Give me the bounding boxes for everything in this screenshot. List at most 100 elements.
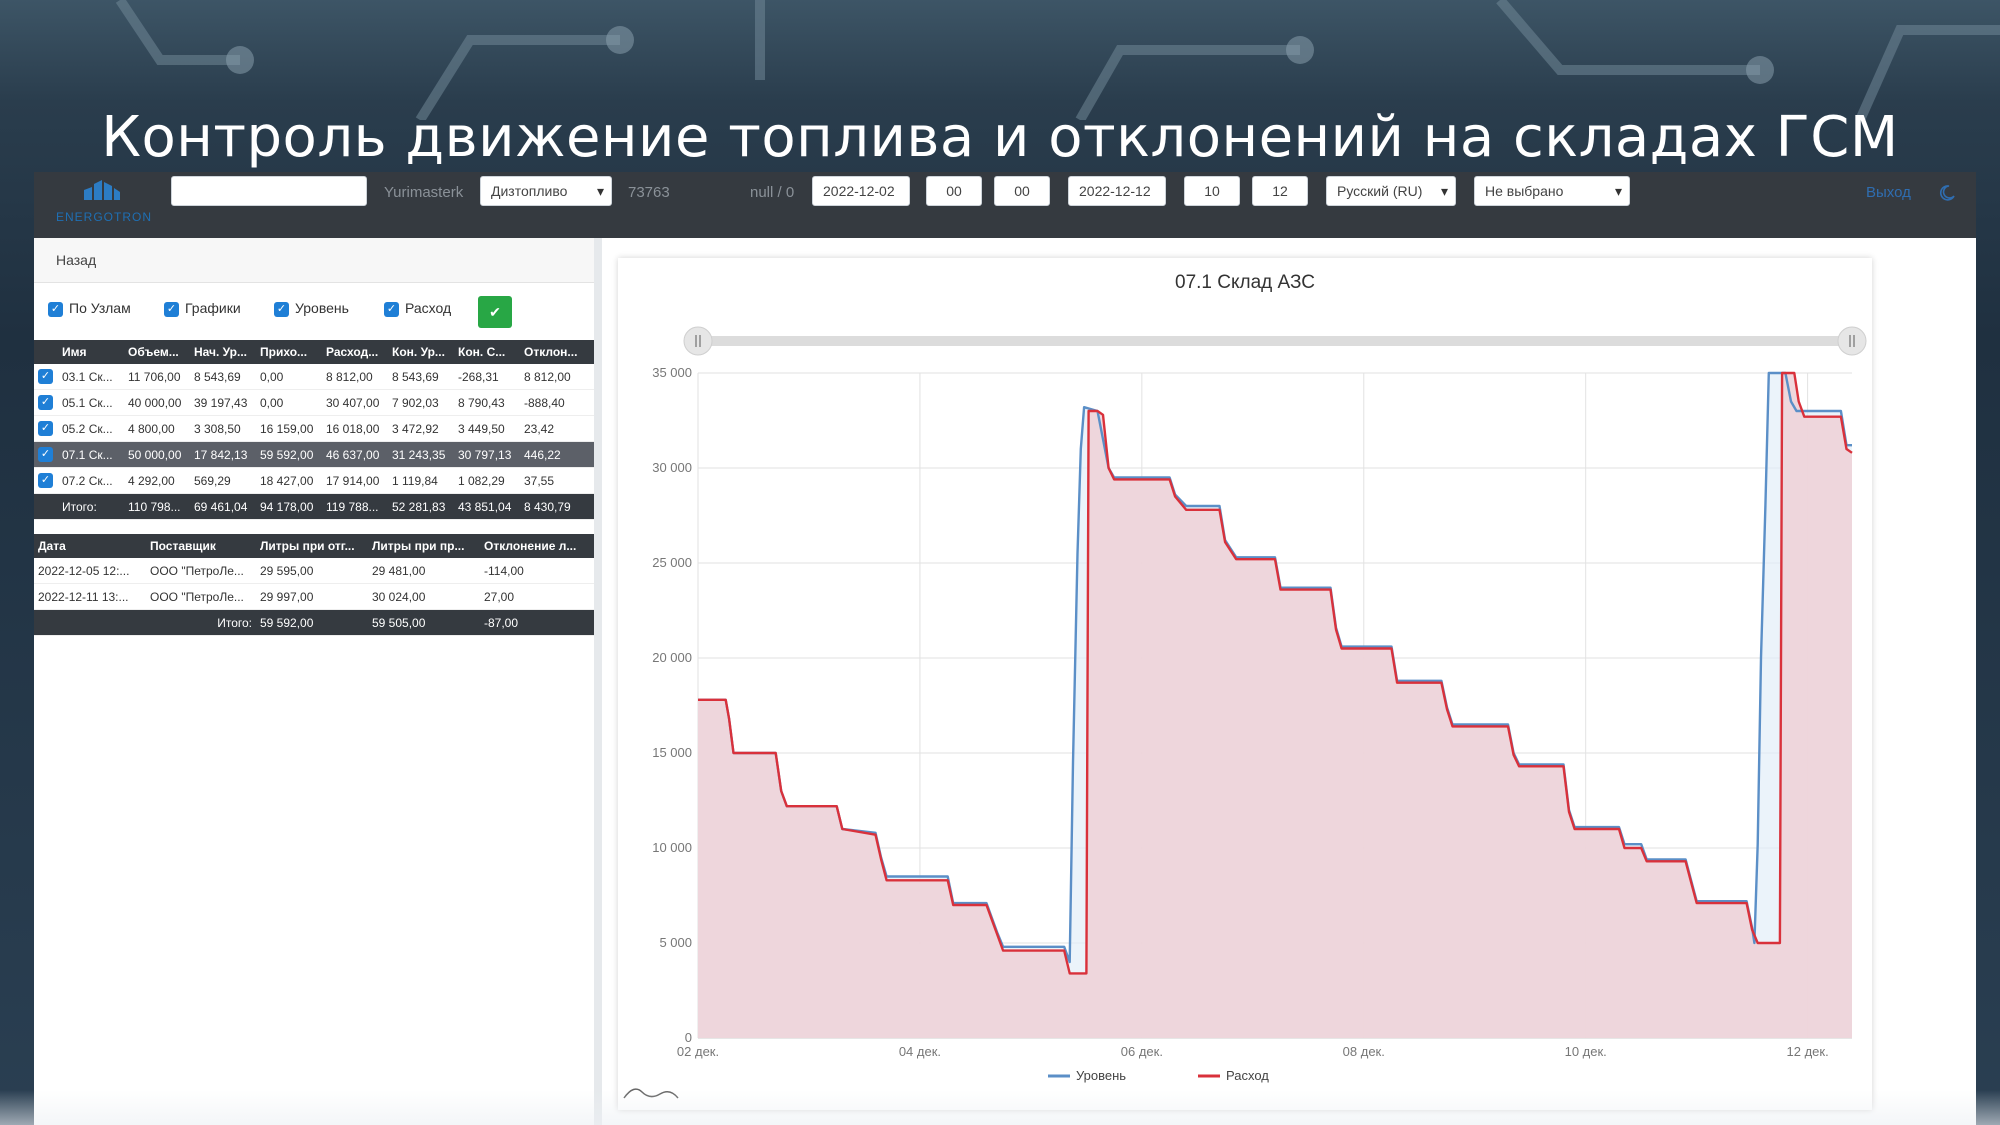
zoom-slider-right-handle[interactable] bbox=[1837, 326, 1867, 356]
table-row[interactable]: ✓ 07.2 Ск... 4 292,00 569,29 18 427,00 17 914… bbox=[34, 467, 594, 494]
table-cell: 0,00 bbox=[256, 389, 322, 416]
logout-link[interactable]: Выход bbox=[1866, 184, 1911, 201]
y-tick-label: 30 000 bbox=[652, 460, 692, 475]
total-cell: 59 505,00 bbox=[368, 609, 480, 636]
table-cell: 29 481,00 bbox=[368, 558, 480, 584]
column-header[interactable]: Имя bbox=[58, 340, 124, 364]
table-cell: 4 292,00 bbox=[124, 467, 190, 494]
series-area-1 bbox=[698, 373, 1852, 1038]
table-row[interactable]: ✓ 07.1 Ск... 50 000,00 17 842,13 59 592,00 46… bbox=[34, 441, 594, 468]
column-header[interactable]: Прихо... bbox=[256, 340, 322, 364]
table-cell: 4 800,00 bbox=[124, 415, 190, 442]
date-to-input[interactable]: 2022-12-12 bbox=[1068, 176, 1166, 206]
column-header[interactable]: Литры при пр... bbox=[368, 534, 480, 558]
table-cell: 8 543,69 bbox=[388, 364, 454, 390]
minute-from-input[interactable]: 00 bbox=[994, 176, 1050, 206]
table-cell: 29 595,00 bbox=[256, 558, 368, 584]
total-cell: 59 592,00 bbox=[256, 609, 368, 636]
table-cell: 29 997,00 bbox=[256, 583, 368, 610]
column-header[interactable]: Дата bbox=[34, 534, 146, 558]
table-cell: 16 159,00 bbox=[256, 415, 322, 442]
apply-filters-button[interactable]: ✔ bbox=[478, 296, 512, 328]
fuel-type-select[interactable]: Дизтопливо bbox=[480, 176, 612, 206]
table-cell: 39 197,43 bbox=[190, 389, 256, 416]
filter-label: Уровень bbox=[295, 300, 349, 316]
zoom-slider-track[interactable] bbox=[698, 336, 1852, 346]
table-cell: 1 082,29 bbox=[454, 467, 520, 494]
table-cell: 18 427,00 bbox=[256, 467, 322, 494]
navigator-sparkline-icon[interactable] bbox=[623, 1088, 679, 1099]
filter-charts[interactable]: ✓ Графики bbox=[164, 300, 241, 317]
warehouse-table: Имя Объем... Нач. Ур... Прихо... Расход.… bbox=[34, 340, 594, 520]
row-checkbox[interactable]: ✓ bbox=[34, 389, 58, 416]
filter-level[interactable]: ✓ Уровень bbox=[274, 300, 349, 317]
moon-icon[interactable] bbox=[1938, 184, 1956, 202]
table-cell: 30 024,00 bbox=[368, 583, 480, 610]
checkbox-checked-icon[interactable]: ✓ bbox=[38, 447, 53, 463]
column-header[interactable]: Кон. С... bbox=[454, 340, 520, 364]
column-header[interactable]: Отклонение л... bbox=[480, 534, 594, 558]
checkbox-checked-icon[interactable]: ✓ bbox=[38, 421, 53, 437]
language-select[interactable]: Русский (RU) bbox=[1326, 176, 1456, 206]
y-tick-label: 35 000 bbox=[652, 365, 692, 380]
x-tick-label: 06 дек. bbox=[1121, 1044, 1163, 1059]
table-row[interactable]: 2022-12-05 12:... ООО "ПетроЛе... 29 595,0… bbox=[34, 558, 594, 584]
row-checkbox[interactable]: ✓ bbox=[34, 415, 58, 442]
legend-label[interactable]: Расход bbox=[1226, 1068, 1269, 1083]
fuel-type-value: Дизтопливо bbox=[491, 183, 568, 199]
table-cell: 7 902,03 bbox=[388, 389, 454, 416]
column-header[interactable]: Расход... bbox=[322, 340, 388, 364]
total-cell: 94 178,00 bbox=[256, 493, 322, 520]
column-header[interactable]: Поставщик bbox=[146, 534, 256, 558]
checkbox-checked-icon[interactable]: ✓ bbox=[38, 369, 53, 385]
total-cell: 119 788... bbox=[322, 493, 388, 520]
app-window: ENERGOTRON Yurimasterk Дизтопливо 73763 … bbox=[34, 172, 1976, 1125]
table-cell: 07.2 Ск... bbox=[58, 467, 124, 494]
table-cell: 0,00 bbox=[256, 364, 322, 390]
filter-by-nodes[interactable]: ✓ По Узлам bbox=[48, 300, 131, 317]
level-chart: 0 5 000 10 000 15 000 20 000 25 000 30 000 35 0… bbox=[623, 326, 1867, 1099]
row-checkbox[interactable]: ✓ bbox=[34, 467, 58, 494]
table-row[interactable]: ✓ 03.1 Ск... 11 706,00 8 543,69 0,00 8 812,00… bbox=[34, 364, 594, 390]
left-panel: Назад ✓ По Узлам ✓ Графики ✓ Уровень ✓ Расхо… bbox=[34, 238, 602, 1125]
search-input[interactable] bbox=[171, 176, 367, 206]
total-cell: 8 430,79 bbox=[520, 493, 594, 520]
node-value: Не выбрано bbox=[1485, 183, 1564, 199]
column-header[interactable]: Нач. Ур... bbox=[190, 340, 256, 364]
row-checkbox[interactable]: ✓ bbox=[34, 441, 58, 468]
checkbox-checked-icon[interactable]: ✓ bbox=[384, 301, 399, 317]
y-tick-label: 25 000 bbox=[652, 555, 692, 570]
table-row[interactable]: ✓ 05.2 Ск... 4 800,00 3 308,50 16 159,00 16 0… bbox=[34, 415, 594, 442]
column-header[interactable]: Литры при отг... bbox=[256, 534, 368, 558]
checkbox-checked-icon[interactable]: ✓ bbox=[48, 301, 63, 317]
hour-to-input[interactable]: 10 bbox=[1184, 176, 1240, 206]
filter-consumption[interactable]: ✓ Расход bbox=[384, 300, 451, 317]
total-cell: Итого: bbox=[58, 493, 124, 520]
total-cell bbox=[34, 609, 146, 636]
minute-to-input[interactable]: 12 bbox=[1252, 176, 1308, 206]
table-cell: ООО "ПетроЛе... bbox=[146, 583, 256, 610]
total-cell: 43 851,04 bbox=[454, 493, 520, 520]
column-header[interactable]: Кон. Ур... bbox=[388, 340, 454, 364]
filter-label: По Узлам bbox=[69, 300, 131, 316]
checkbox-checked-icon[interactable]: ✓ bbox=[38, 473, 53, 489]
table-row[interactable]: ✓ 05.1 Ск... 40 000,00 39 197,43 0,00 30 407,… bbox=[34, 389, 594, 416]
column-header[interactable]: Отклон... bbox=[520, 340, 594, 364]
date-from-input[interactable]: 2022-12-02 bbox=[812, 176, 910, 206]
checkbox-checked-icon[interactable]: ✓ bbox=[274, 301, 289, 317]
table-header-row: Дата Поставщик Литры при отг... Литры пр… bbox=[34, 534, 594, 558]
checkbox-checked-icon[interactable]: ✓ bbox=[38, 395, 53, 411]
table-cell: 40 000,00 bbox=[124, 389, 190, 416]
table-row[interactable]: 2022-12-11 13:... ООО "ПетроЛе... 29 997,0… bbox=[34, 583, 594, 610]
checkbox-checked-icon[interactable]: ✓ bbox=[164, 301, 179, 317]
column-header[interactable]: Объем... bbox=[124, 340, 190, 364]
back-link[interactable]: Назад bbox=[56, 252, 96, 268]
hour-from-input[interactable]: 00 bbox=[926, 176, 982, 206]
slide-title: Контроль движение топлива и отклонений н… bbox=[101, 105, 1899, 170]
table-total-row: Итого: 110 798... 69 461,04 94 178,00 119 78… bbox=[34, 493, 594, 520]
node-select[interactable]: Не выбрано bbox=[1474, 176, 1630, 206]
zoom-slider-left-handle[interactable] bbox=[683, 326, 713, 356]
table-cell: 17 914,00 bbox=[322, 467, 388, 494]
legend-label[interactable]: Уровень bbox=[1076, 1068, 1126, 1083]
row-checkbox[interactable]: ✓ bbox=[34, 364, 58, 390]
